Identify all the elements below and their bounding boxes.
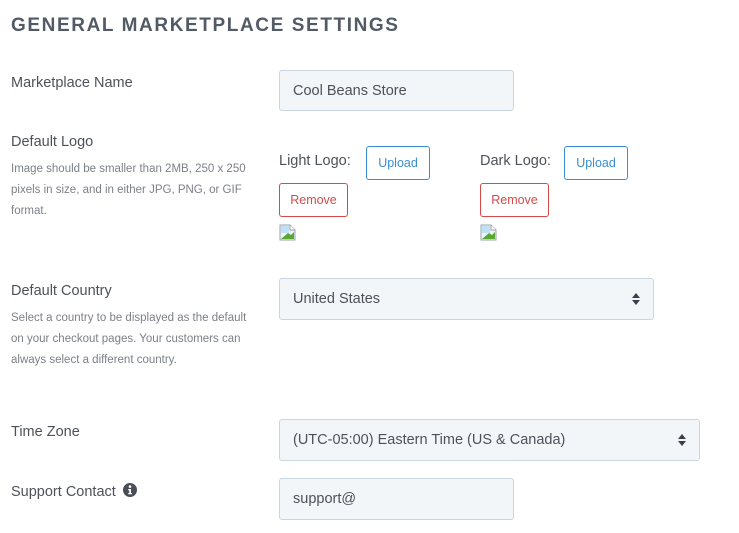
- default-logo-label: Default Logo: [11, 134, 94, 150]
- support-contact-label: Support Contact: [11, 483, 137, 500]
- marketplace-name-value: Cool Beans Store: [293, 82, 407, 99]
- default-country-selected: United States: [293, 291, 381, 307]
- marketplace-name-input[interactable]: Cool Beans Store: [279, 70, 514, 111]
- time-zone-selected: (UTC-05:00) Eastern Time (US & Canada): [293, 432, 566, 448]
- support-contact-input[interactable]: support@: [279, 478, 514, 520]
- select-arrows-icon: [678, 434, 686, 446]
- broken-image-icon: [279, 224, 296, 241]
- dark-logo-remove-button[interactable]: Remove: [480, 183, 549, 217]
- select-arrows-icon: [632, 293, 640, 305]
- dark-logo-upload-button[interactable]: Upload: [564, 146, 628, 180]
- light-logo-label: Light Logo:: [279, 153, 351, 169]
- time-zone-select[interactable]: (UTC-05:00) Eastern Time (US & Canada): [279, 419, 700, 461]
- default-country-select[interactable]: United States: [279, 278, 654, 320]
- light-logo-upload-button[interactable]: Upload: [366, 146, 430, 180]
- time-zone-label: Time Zone: [11, 424, 80, 440]
- default-country-label: Default Country: [11, 283, 112, 299]
- support-contact-label-text: Support Contact: [11, 484, 116, 500]
- info-circle-icon[interactable]: [122, 483, 137, 497]
- support-contact-value: support@: [293, 491, 357, 507]
- default-country-help: Select a country to be displayed as the …: [11, 312, 247, 366]
- light-logo-remove-button[interactable]: Remove: [279, 183, 348, 217]
- broken-image-icon: [480, 224, 497, 241]
- marketplace-name-label: Marketplace Name: [11, 75, 133, 91]
- default-logo-help: Image should be smaller than 2MB, 250 x …: [11, 163, 246, 217]
- page-title: GENERAL MARKETPLACE SETTINGS: [11, 15, 400, 36]
- dark-logo-label: Dark Logo:: [480, 153, 551, 169]
